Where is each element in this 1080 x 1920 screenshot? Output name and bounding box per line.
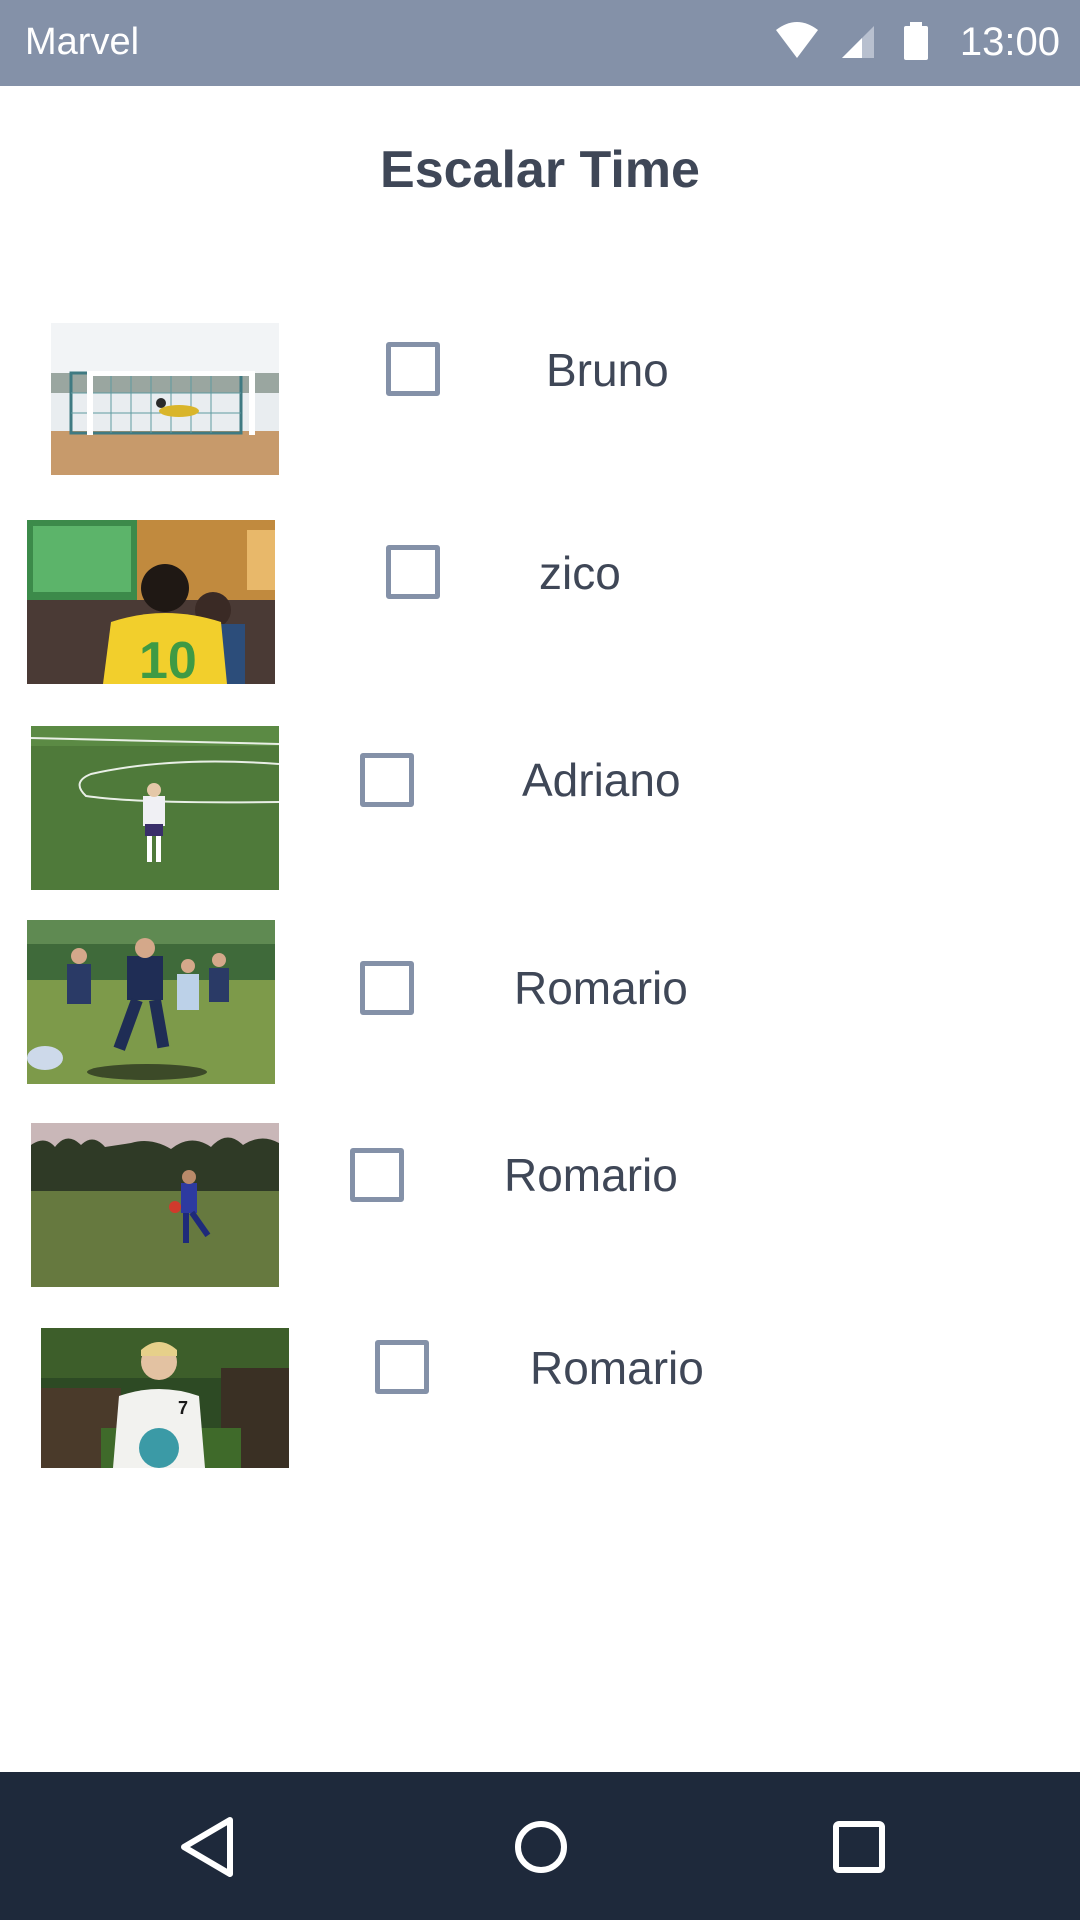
player-checkbox[interactable] [350, 1148, 404, 1202]
status-bar: Marvel 13:00 [0, 0, 1080, 86]
goalkeeper-diving-photo [51, 323, 279, 475]
battery-icon [903, 22, 928, 60]
player-checkbox[interactable] [360, 961, 414, 1015]
navigation-bar [0, 1772, 1080, 1920]
status-time: 13:00 [959, 20, 1060, 64]
rugby-players-photo [27, 920, 275, 1084]
status-icons: 13:00 [772, 18, 1060, 66]
fan-watching-tv-photo: 10 [27, 520, 275, 684]
player-name: Bruno [546, 344, 669, 396]
player-checkbox[interactable] [360, 753, 414, 807]
cell-signal-icon [841, 26, 874, 58]
player-name: Romario [530, 1342, 704, 1394]
player-checkbox[interactable] [386, 545, 440, 599]
svg-text:10: 10 [139, 632, 197, 684]
player-holding-ball-photo: 7 [41, 1328, 289, 1468]
status-app-name: Marvel [25, 21, 140, 63]
player-checkbox[interactable] [375, 1340, 429, 1394]
wifi-icon [775, 22, 818, 58]
page-title: Escalar Time [380, 141, 700, 199]
player-on-pitch-photo [31, 726, 279, 890]
home-icon[interactable] [506, 1812, 576, 1882]
player-checkbox[interactable] [386, 342, 440, 396]
back-icon[interactable] [172, 1812, 242, 1882]
player-name: zico [539, 547, 621, 599]
recents-icon[interactable] [824, 1812, 894, 1882]
player-name: Romario [514, 962, 688, 1014]
player-name: Adriano [522, 754, 681, 806]
svg-text:7: 7 [178, 1398, 188, 1418]
player-name: Romario [504, 1149, 678, 1201]
player-kicking-ball-photo [31, 1123, 279, 1287]
